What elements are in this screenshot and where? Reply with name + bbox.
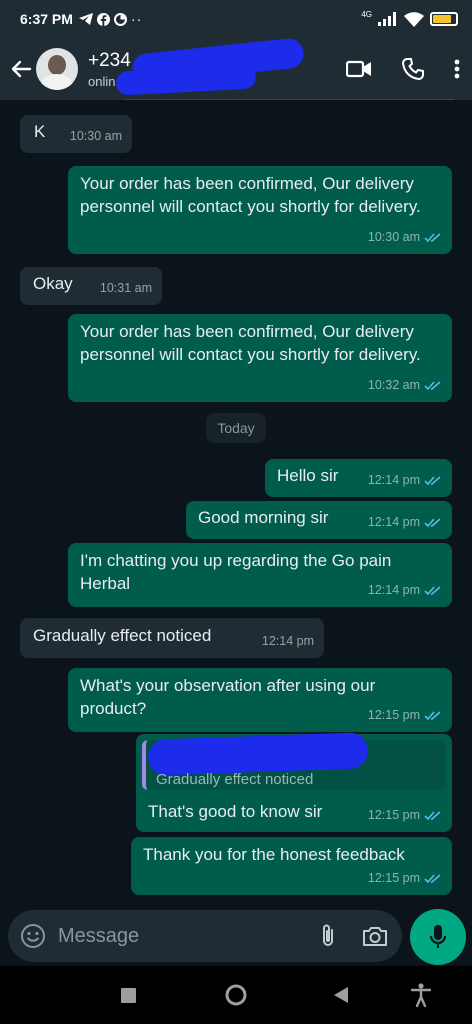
message-time: 12:15 pm <box>367 871 420 885</box>
camera-icon[interactable] <box>362 925 388 947</box>
message-input[interactable]: Message <box>58 925 320 948</box>
chat-area[interactable]: K 10:30 am Your order has been confirmed… <box>0 100 472 908</box>
message-text: Good morning sir <box>198 508 329 527</box>
read-receipt-icon <box>424 810 441 820</box>
back-arrow-icon[interactable] <box>10 58 32 80</box>
voice-record-button[interactable] <box>410 909 466 965</box>
accessibility-icon[interactable] <box>411 983 431 1007</box>
telegram-icon <box>78 13 93 25</box>
message-text: Thank you for the honest feedback <box>143 845 405 864</box>
message-time: 12:14 pm <box>367 515 420 529</box>
facebook-icon <box>96 12 110 26</box>
message-time: 10:30 am <box>69 129 122 143</box>
message-outgoing[interactable]: Thank you for the honest feedback 12:15 … <box>131 837 452 895</box>
message-outgoing-reply[interactable]: Gradually effect noticed That's good to … <box>136 732 452 832</box>
message-text: Your order has been confirmed, Our deliv… <box>80 174 421 216</box>
read-receipt-icon <box>424 710 441 720</box>
wifi-icon <box>404 11 424 27</box>
message-text: K <box>34 122 46 141</box>
message-incoming[interactable]: Okay 10:31 am <box>20 267 162 305</box>
avatar[interactable] <box>36 48 78 90</box>
message-outgoing[interactable]: Good morning sir 12:14 pm <box>186 501 452 539</box>
system-navigation-bar <box>0 966 472 1024</box>
quoted-message[interactable]: Gradually effect noticed <box>142 732 446 790</box>
recents-button-icon[interactable] <box>121 988 136 1003</box>
read-receipt-icon <box>424 232 441 242</box>
video-call-icon[interactable] <box>346 60 372 78</box>
more-options-icon[interactable] <box>454 59 460 79</box>
message-text: Okay <box>33 274 73 293</box>
message-time: 10:31 am <box>99 281 152 295</box>
read-receipt-icon <box>424 585 441 595</box>
home-button-icon[interactable] <box>225 984 247 1006</box>
network-type: 4G <box>361 9 372 19</box>
notification-icons: ·· <box>78 11 143 27</box>
message-time: 12:15 pm <box>367 808 420 822</box>
emoji-icon[interactable] <box>20 923 46 949</box>
attachment-icon[interactable] <box>320 923 336 949</box>
status-time: 6:37 PM <box>20 11 73 27</box>
more-notifications-icon: ·· <box>130 11 143 27</box>
read-receipt-icon <box>424 873 441 883</box>
microphone-icon <box>429 925 447 948</box>
voice-call-icon[interactable] <box>402 58 424 80</box>
message-input-box[interactable]: Message <box>8 910 402 962</box>
message-text: Your order has been confirmed, Our deliv… <box>80 322 421 364</box>
message-time: 10:30 am <box>367 230 420 244</box>
message-outgoing[interactable]: Hello sir 12:14 pm <box>265 459 452 497</box>
read-receipt-icon <box>424 475 441 485</box>
message-time: 12:14 pm <box>367 473 420 487</box>
chat-header: +234 onlin <box>0 36 472 100</box>
message-time: 12:14 pm <box>261 634 314 648</box>
message-incoming[interactable]: K 10:30 am <box>20 115 132 153</box>
battery-icon <box>430 12 458 26</box>
message-incoming[interactable]: Gradually effect noticed 12:14 pm <box>20 618 324 658</box>
message-time: 12:14 pm <box>367 583 420 597</box>
back-button-icon[interactable] <box>333 986 349 1004</box>
read-receipt-icon <box>424 517 441 527</box>
date-separator: Today <box>206 413 266 443</box>
status-bar: 6:37 PM ·· 4G <box>0 0 472 38</box>
contact-info[interactable]: +234 onlin <box>88 36 306 96</box>
message-text: Gradually effect noticed <box>33 626 212 645</box>
signal-icon <box>378 12 396 26</box>
composer: Message <box>0 908 472 965</box>
message-text: That's good to know sir <box>148 802 323 821</box>
message-outgoing[interactable]: Your order has been confirmed, Our deliv… <box>68 166 452 254</box>
message-outgoing[interactable]: Your order has been confirmed, Our deliv… <box>68 314 452 402</box>
contact-name: +234 <box>88 49 131 71</box>
message-time: 10:32 am <box>367 378 420 392</box>
message-outgoing[interactable]: I'm chatting you up regarding the Go pai… <box>68 543 452 607</box>
app-status-icon <box>113 12 127 26</box>
quoted-text: Gradually effect noticed <box>156 771 314 788</box>
message-outgoing[interactable]: What's your observation after using our … <box>68 668 452 732</box>
read-receipt-icon <box>424 380 441 390</box>
message-time: 12:15 pm <box>367 708 420 722</box>
message-text: Hello sir <box>277 466 339 485</box>
